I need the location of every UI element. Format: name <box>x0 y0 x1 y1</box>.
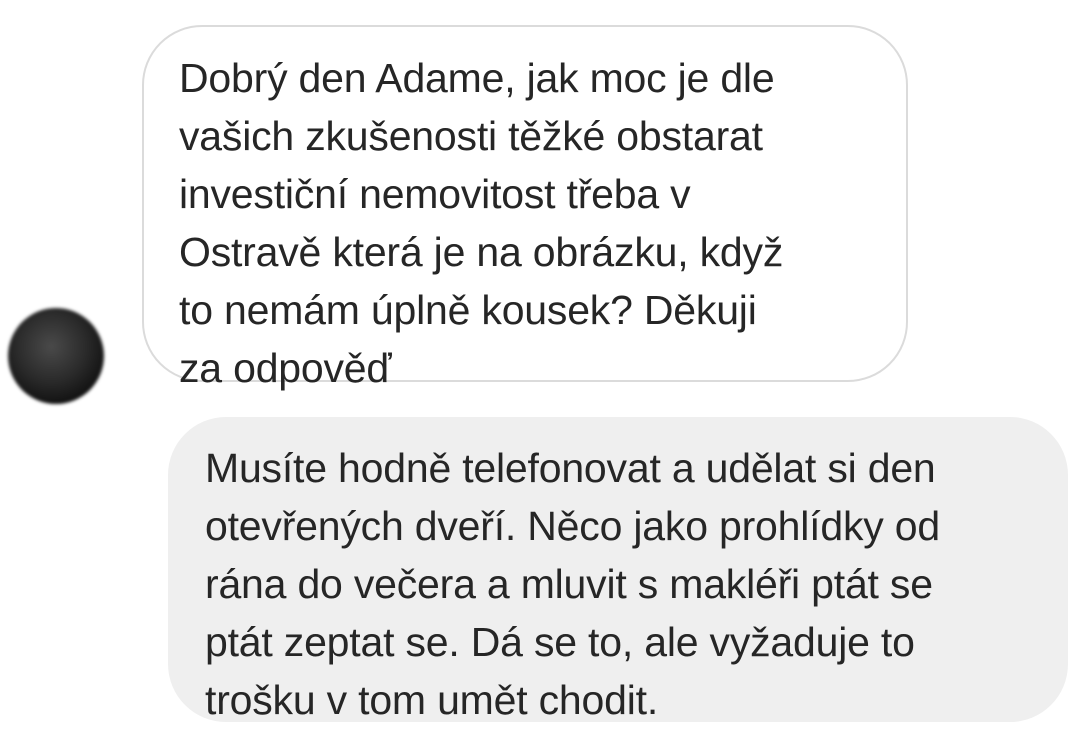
incoming-message-bubble[interactable]: Dobrý den Adame, jak moc je dle vašich z… <box>142 25 908 391</box>
outgoing-message-bubble[interactable]: Musíte hodně telefonovat a udělat si den… <box>168 417 1068 723</box>
sender-avatar[interactable] <box>8 308 104 404</box>
